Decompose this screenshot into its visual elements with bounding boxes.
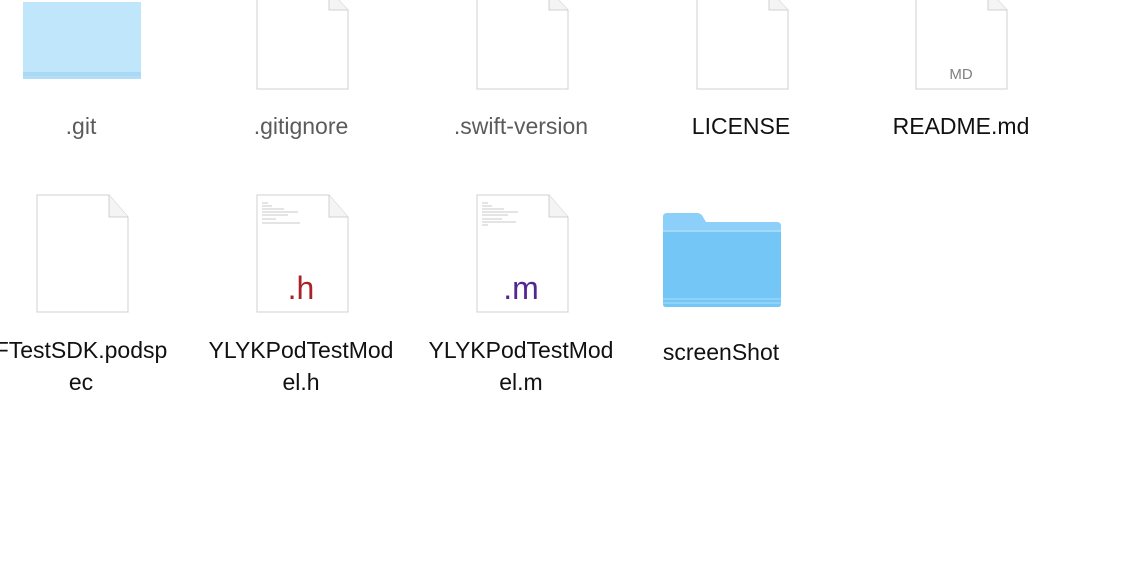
objc-source-file-icon: .m	[416, 194, 626, 325]
file-name: screenShot	[662, 339, 780, 365]
file-name: .gitignore	[253, 113, 349, 139]
file-name: README.md	[892, 113, 1030, 139]
blank-document-icon	[636, 0, 846, 120]
folder-icon	[0, 0, 186, 120]
file-type-badge: MD	[949, 66, 973, 83]
blank-document-svg	[696, 0, 789, 90]
markdown-document-icon: MD	[856, 0, 1066, 120]
file-name: LICENSE	[691, 113, 791, 139]
folder-icon-svg	[23, 2, 141, 79]
blank-document-svg	[476, 0, 569, 90]
file-name: YLYKPodTestMod el.m	[428, 337, 614, 395]
file-type-badge: .h	[287, 270, 315, 306]
file-name: YLYKPodTestMod el.h	[208, 337, 394, 395]
blank-document-icon	[196, 0, 406, 120]
blank-document-svg	[36, 194, 129, 313]
folder-icon	[616, 195, 826, 325]
finder-icon-grid: .git .gitignore .swift-version LICENSE M…	[0, 0, 1136, 562]
blank-document-icon	[0, 194, 186, 325]
header-file-icon: .h	[196, 194, 406, 325]
file-type-badge: .m	[503, 270, 539, 306]
file-name: .git	[65, 113, 97, 139]
folder-svg	[663, 213, 781, 307]
blank-document-icon	[416, 0, 626, 120]
file-name: .swift-version	[453, 113, 589, 139]
blank-document-svg	[256, 0, 349, 90]
file-name: FTestSDK.podsp ec	[0, 337, 168, 395]
